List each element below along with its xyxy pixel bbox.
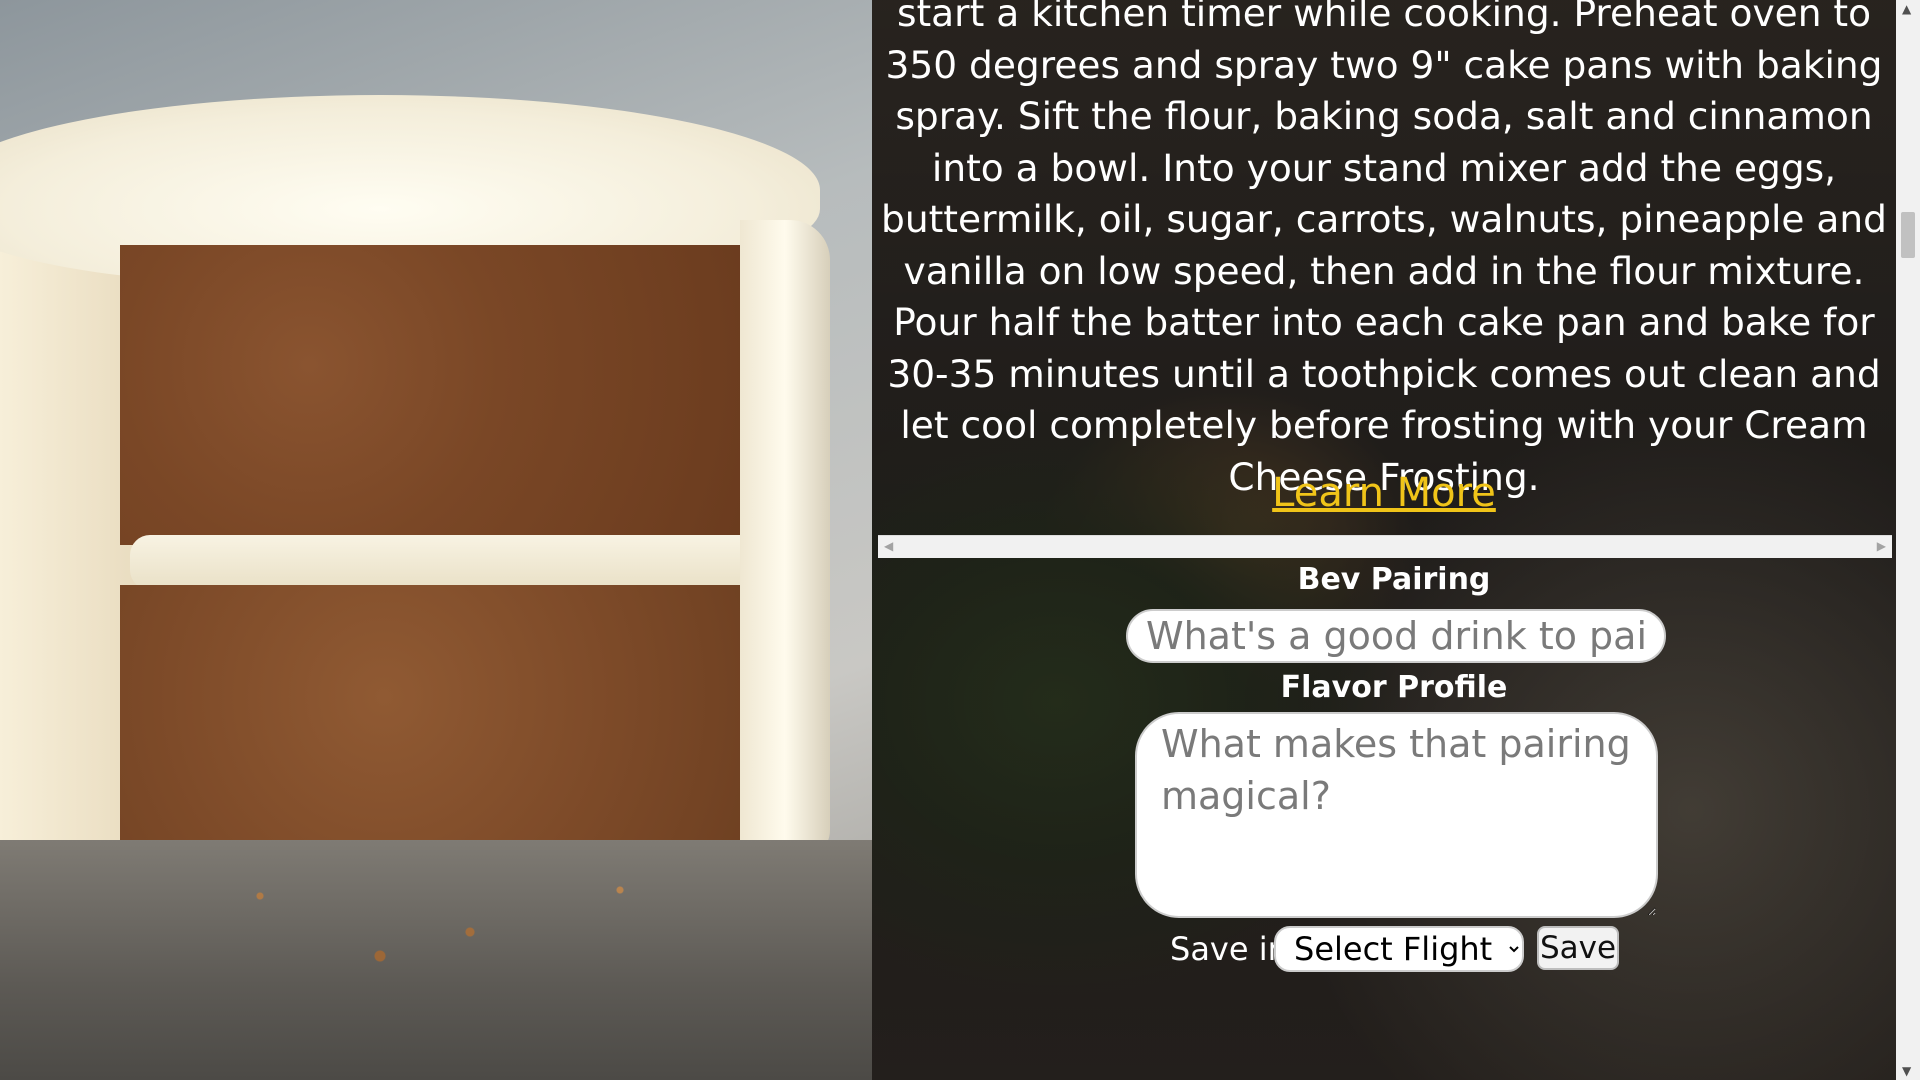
- cake-filling: [130, 535, 770, 590]
- cake-photo: [0, 0, 872, 1080]
- flavor-profile-label: Flavor Profile: [1280, 670, 1508, 705]
- scrollbar-thumb[interactable]: [1901, 212, 1915, 258]
- cake-layer-top: [120, 245, 750, 545]
- recipe-panel: start a kitchen timer while cooking. Pre…: [872, 0, 1896, 1080]
- scroll-right-icon[interactable]: ▶: [1877, 539, 1886, 553]
- flavor-profile-textarea[interactable]: [1135, 712, 1658, 918]
- scroll-down-icon[interactable]: ▼: [1902, 1064, 1911, 1078]
- bev-pairing-label: Bev Pairing: [1297, 562, 1491, 597]
- scroll-up-icon[interactable]: ▲: [1902, 2, 1911, 16]
- vertical-scrollbar[interactable]: ▲ ▼: [1896, 0, 1920, 1080]
- cake-layer-bottom: [120, 585, 780, 865]
- flight-select[interactable]: Select Flight: [1274, 926, 1524, 972]
- save-in-label: Save in: [1170, 930, 1288, 968]
- cake-crumbs: [140, 860, 740, 980]
- scroll-left-icon[interactable]: ◀: [884, 539, 893, 553]
- recipe-instructions: start a kitchen timer while cooking. Pre…: [881, 0, 1887, 499]
- learn-more-link[interactable]: Learn More: [872, 470, 1896, 516]
- bev-pairing-input[interactable]: [1126, 609, 1666, 663]
- horizontal-scrollbar[interactable]: ◀ ▶: [878, 535, 1892, 558]
- save-button[interactable]: Save: [1537, 926, 1619, 970]
- frosting-side: [740, 220, 830, 860]
